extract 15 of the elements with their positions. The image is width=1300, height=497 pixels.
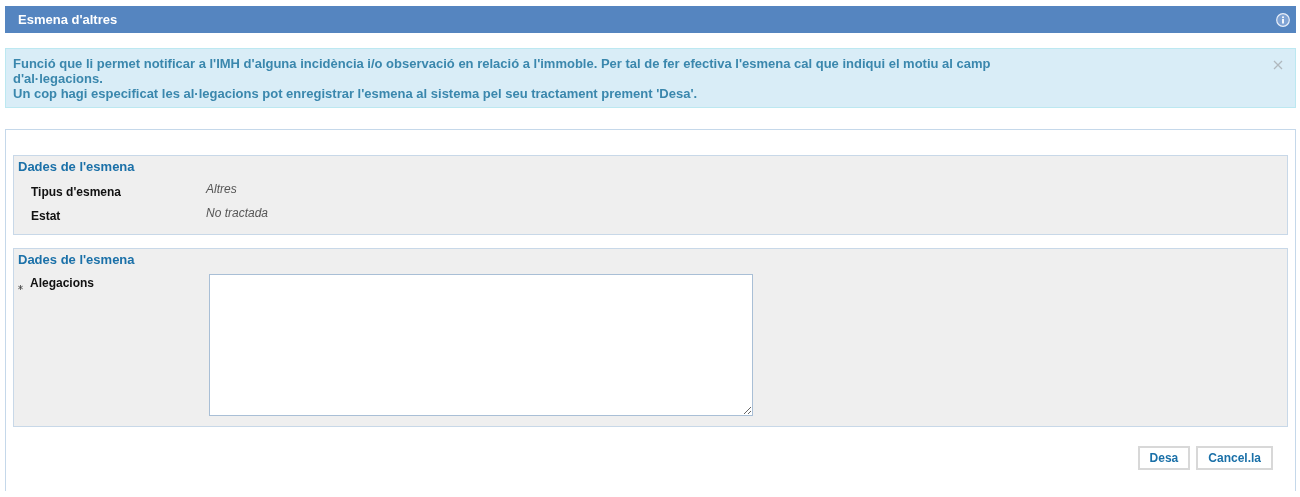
info-icon[interactable] xyxy=(1276,12,1290,27)
section-title: Dades de l'esmena xyxy=(17,251,136,269)
field-value: No tractada xyxy=(206,206,269,220)
close-icon[interactable] xyxy=(1273,60,1283,70)
allegations-input[interactable] xyxy=(209,274,753,416)
save-button[interactable]: Desa xyxy=(1137,446,1191,470)
notice-text: Un cop hagi especificat les al·legacions pot enregistrar l'esmena al sistema pel seu tractament prement 'Desa'. xyxy=(13,86,699,101)
field-value: Altres xyxy=(206,182,237,196)
section-title: Dades de l'esmena xyxy=(17,158,136,176)
notice-text: Funció que li permet notificar a l'IMH d'alguna incidència i/o observació en relació a l'immoble. Per tal de fer efectiva l'esmena cal que indiqui el motiu al camp d'al·legacions. xyxy=(13,56,992,86)
field-label: Estat xyxy=(31,208,62,223)
field-label: Alegacions xyxy=(30,275,96,290)
field-label: Tipus d'esmena xyxy=(31,184,122,199)
page-title: Esmena d'altres xyxy=(18,12,118,27)
cancel-button[interactable]: Cancel.la xyxy=(1196,446,1273,470)
